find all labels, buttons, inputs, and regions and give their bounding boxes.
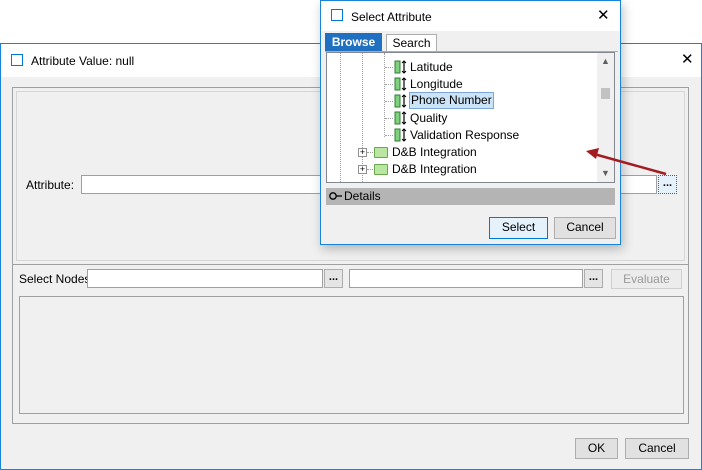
tree-item-label: Latitude bbox=[410, 60, 453, 74]
ok-button[interactable]: OK bbox=[575, 438, 618, 459]
tree-item-label-selected: Phone Number bbox=[409, 92, 494, 109]
tree-connector bbox=[367, 169, 373, 170]
main-title: Attribute Value: null bbox=[31, 54, 135, 68]
tree-connector bbox=[385, 118, 393, 119]
tree-connector bbox=[367, 152, 373, 153]
tree-guide bbox=[340, 53, 341, 182]
tree-connector bbox=[385, 67, 393, 68]
tree-item-label: Quality bbox=[410, 111, 448, 125]
tab-search[interactable]: Search bbox=[386, 34, 437, 52]
attribute-icon bbox=[394, 128, 407, 142]
expand-icon[interactable]: + bbox=[358, 148, 367, 157]
tree-item-label: D&B Integration bbox=[392, 145, 477, 159]
tree-connector bbox=[385, 84, 393, 85]
popup-titlebar[interactable]: Select Attribute ✕ bbox=[321, 1, 620, 31]
attribute-icon bbox=[394, 60, 407, 74]
scroll-thumb[interactable] bbox=[601, 88, 610, 99]
window-icon bbox=[331, 9, 343, 21]
popup-title: Select Attribute bbox=[351, 10, 432, 24]
tree-connector bbox=[385, 135, 393, 136]
attribute-tree[interactable]: Latitude Longitude Phone Number Quality … bbox=[326, 52, 615, 183]
close-icon[interactable]: ✕ bbox=[597, 6, 610, 24]
attribute-icon bbox=[394, 111, 407, 125]
details-label: Details bbox=[344, 189, 381, 203]
select-button[interactable]: Select bbox=[489, 217, 548, 239]
tree-item-label: D&B Integration bbox=[392, 162, 477, 176]
annotation-arrow bbox=[586, 148, 667, 176]
tree-guide bbox=[362, 53, 363, 182]
tab-browse[interactable]: Browse bbox=[325, 33, 382, 51]
expand-icon[interactable]: + bbox=[358, 165, 367, 174]
window-icon bbox=[11, 54, 23, 66]
attribute-icon bbox=[394, 94, 407, 108]
attribute-label: Attribute: bbox=[26, 178, 75, 192]
tree-item-label: Validation Response bbox=[410, 128, 520, 142]
folder-icon bbox=[374, 147, 388, 158]
tree-item-label: Longitude bbox=[410, 77, 463, 91]
tree-guide bbox=[384, 53, 385, 137]
scroll-up-icon[interactable]: ▲ bbox=[597, 53, 614, 70]
cancel-button[interactable]: Cancel bbox=[625, 438, 689, 459]
folder-icon bbox=[374, 164, 388, 175]
close-icon[interactable]: ✕ bbox=[681, 50, 694, 68]
details-expander[interactable]: Details bbox=[326, 188, 615, 205]
attribute-icon bbox=[394, 77, 407, 91]
nodes-groupbox bbox=[12, 260, 689, 424]
popup-cancel-button[interactable]: Cancel bbox=[554, 217, 616, 239]
expander-icon bbox=[329, 192, 342, 200]
tree-connector bbox=[385, 101, 393, 102]
select-attribute-dialog: Select Attribute ✕ Browse Search Latitud… bbox=[320, 0, 621, 245]
